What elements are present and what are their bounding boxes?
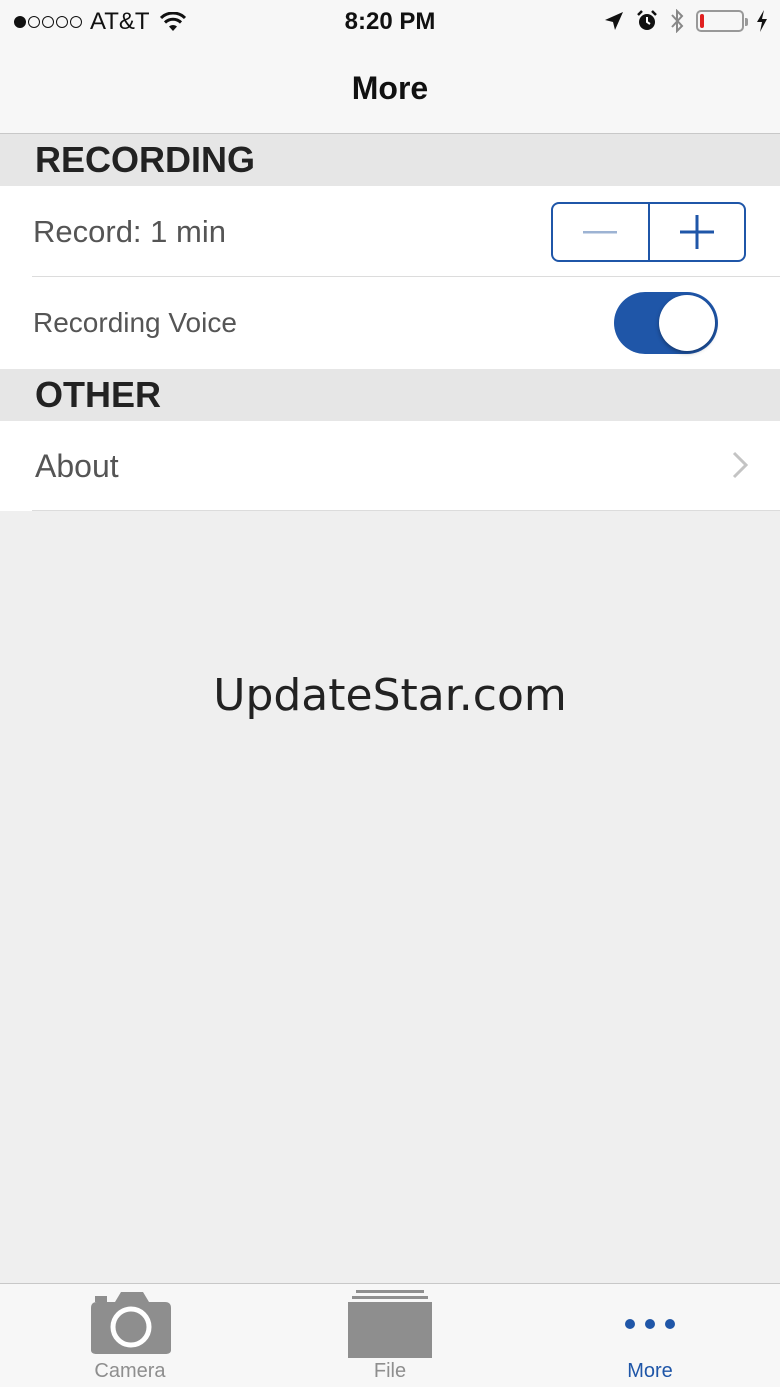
recording-voice-toggle[interactable]	[614, 292, 718, 354]
page-title: More	[351, 70, 429, 106]
charging-bolt-icon	[757, 10, 767, 32]
tab-file[interactable]: File	[260, 1284, 520, 1387]
row-divider	[32, 510, 780, 511]
camera-icon	[91, 1292, 171, 1354]
status-right	[604, 9, 768, 33]
more-dots-icon	[625, 1319, 675, 1329]
alarm-clock-icon	[637, 10, 657, 30]
tab-label: Camera	[94, 1360, 166, 1382]
plus-icon	[679, 215, 714, 249]
about-label: About	[35, 447, 119, 484]
chevron-right-icon	[732, 451, 748, 479]
file-icon	[348, 1290, 432, 1358]
bluetooth-icon	[671, 9, 684, 33]
status-bar: AT&T 8:20 PM	[0, 0, 780, 44]
recording-voice-label: Recording Voice	[33, 307, 237, 338]
tab-label: More	[627, 1360, 673, 1382]
navigation-bar: More	[0, 44, 780, 134]
decrement-button[interactable]	[553, 204, 648, 260]
location-arrow-icon	[605, 12, 623, 30]
battery-level	[700, 14, 704, 28]
recording-voice-row: Recording Voice	[0, 277, 780, 369]
watermark-text: UpdateStar.com	[213, 670, 567, 721]
section-header-recording: RECORDING	[0, 134, 780, 186]
tab-camera[interactable]: Camera	[0, 1284, 260, 1387]
record-duration-row: Record: 1 min	[0, 186, 780, 277]
tab-more[interactable]: More	[520, 1284, 780, 1387]
tab-bar: Camera File More	[0, 1283, 780, 1387]
minus-icon	[583, 231, 618, 234]
toggle-knob	[659, 295, 715, 351]
record-duration-stepper[interactable]	[551, 202, 746, 262]
about-row[interactable]: About	[0, 421, 780, 511]
section-header-other: OTHER	[0, 369, 780, 421]
tab-label: File	[373, 1360, 407, 1382]
battery-icon	[696, 10, 748, 32]
increment-button[interactable]	[647, 204, 745, 260]
record-duration-label: Record: 1 min	[33, 213, 226, 249]
